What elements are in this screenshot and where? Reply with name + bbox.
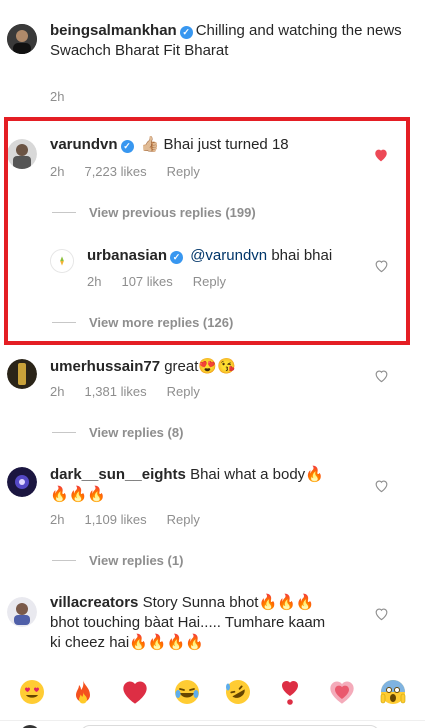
avatar[interactable] <box>7 139 37 169</box>
fire-emoji-icon: 🔥 <box>305 466 324 483</box>
view-replies-label: View replies (1) <box>89 553 184 568</box>
view-replies[interactable]: View replies (1) <box>52 553 183 568</box>
comment-likes[interactable]: 1,381 likes <box>84 384 146 399</box>
reply-body: bhai bhai <box>271 247 333 264</box>
caption-time: 2h <box>50 89 65 104</box>
verified-icon: ✓ <box>120 140 134 153</box>
reply-likes[interactable]: 107 likes <box>121 274 172 289</box>
view-replies-label: View replies (8) <box>89 425 184 440</box>
fire-emoji-icon: 🔥🔥🔥 <box>50 486 107 503</box>
comment-body: Bhai just turned 18 <box>163 136 289 153</box>
heart-outline-icon[interactable] <box>374 607 392 625</box>
reply-username[interactable]: urbanasian <box>87 247 167 264</box>
fire-emoji-icon: 🔥🔥🔥🔥 <box>129 634 204 651</box>
reply-button[interactable]: Reply <box>167 384 200 399</box>
comment-body: Bhai what a body <box>190 466 306 483</box>
heart-outline-icon[interactable] <box>374 369 392 387</box>
comment-likes[interactable]: 7,223 likes <box>84 164 146 179</box>
thumbs-up-emoji-icon: 👍🏼 <box>140 136 160 153</box>
mention-link[interactable]: @varundvn <box>190 247 267 264</box>
fire-emoji-icon: 🔥🔥🔥 <box>258 594 315 611</box>
reply-button[interactable]: Reply <box>167 164 200 179</box>
view-previous-replies[interactable]: View previous replies (199) <box>52 205 256 220</box>
comment-body-line3: ki cheez hai <box>50 634 130 651</box>
view-replies-label: View more replies (126) <box>89 315 234 330</box>
avatar[interactable] <box>7 359 37 389</box>
reply-meta: 2h 107 likes Reply <box>87 274 246 289</box>
comment-likes[interactable]: 1,109 likes <box>84 512 146 527</box>
heart-outline-icon[interactable] <box>374 479 392 497</box>
view-replies-label: View previous replies (199) <box>89 205 256 220</box>
caption-text: beingsalmankhan ✓ Chilling and watching th… <box>50 21 405 61</box>
liked-heart-icon[interactable] <box>373 148 391 166</box>
divider <box>52 560 76 561</box>
avatar[interactable] <box>7 24 37 54</box>
divider <box>52 322 76 323</box>
comment-username[interactable]: villacreators <box>50 594 138 611</box>
growing-heart-icon[interactable] <box>327 677 357 707</box>
verified-icon: ✓ <box>170 251 184 264</box>
reply-button[interactable]: Reply <box>167 512 200 527</box>
comment-body-line2: bhot touching bàat Hai..... Tumhare kaam <box>50 614 326 631</box>
caption-meta: 2h <box>50 89 84 104</box>
verified-icon: ✓ <box>179 26 193 39</box>
reply-time: 2h <box>87 274 102 289</box>
fire-icon[interactable] <box>68 677 98 707</box>
comment-text: varundvn ✓ 👍🏼 Bhai just turned 18 <box>50 135 360 155</box>
heart-eyes-icon[interactable] <box>17 677 47 707</box>
avatar[interactable] <box>7 597 37 627</box>
comment-time: 2h <box>50 384 65 399</box>
divider <box>52 432 76 433</box>
heart-outline-icon[interactable] <box>374 259 392 277</box>
caption-line1: Chilling and watching the news <box>195 22 402 39</box>
rofl-icon[interactable] <box>223 677 253 707</box>
avatar[interactable] <box>50 249 74 273</box>
heart-exclamation-icon[interactable] <box>275 677 305 707</box>
view-more-replies[interactable]: View more replies (126) <box>52 315 233 330</box>
comment-body: Story Sunna bhot <box>142 594 259 611</box>
comment-time: 2h <box>50 164 65 179</box>
caption-username[interactable]: beingsalmankhan <box>50 22 177 39</box>
reply-text: urbanasian ✓ @varundvn bhai bhai <box>87 246 377 266</box>
comment-time: 2h <box>50 512 65 527</box>
view-replies[interactable]: View replies (8) <box>52 425 183 440</box>
red-heart-icon[interactable] <box>120 677 150 707</box>
comment-text: dark__sun__eights Bhai what a body🔥 🔥🔥🔥 <box>50 465 370 505</box>
heart-eyes-emoji-icon: 😍😘 <box>198 358 236 375</box>
emoji-reaction-bar <box>0 663 425 721</box>
comment-meta: 2h 7,223 likes Reply <box>50 164 220 179</box>
comment-input-bar <box>0 720 425 728</box>
comment-text: villacreators Story Sunna bhot🔥🔥🔥 bhot t… <box>50 593 370 653</box>
screaming-face-icon[interactable] <box>378 677 408 707</box>
comment-meta: 2h 1,381 likes Reply <box>50 384 220 399</box>
avatar[interactable] <box>7 467 37 497</box>
tears-of-joy-icon[interactable] <box>172 677 202 707</box>
reply-button[interactable]: Reply <box>193 274 226 289</box>
caption-line2: Swachch Bharat Fit Bharat <box>50 42 229 59</box>
comment-body: great <box>164 358 199 375</box>
divider <box>52 212 76 213</box>
comment-text: umerhussain77 great😍😘 <box>50 357 360 377</box>
comment-meta: 2h 1,109 likes Reply <box>50 512 220 527</box>
comment-username[interactable]: varundvn <box>50 136 118 153</box>
comment-username[interactable]: dark__sun__eights <box>50 466 186 483</box>
comment-username[interactable]: umerhussain77 <box>50 358 160 375</box>
